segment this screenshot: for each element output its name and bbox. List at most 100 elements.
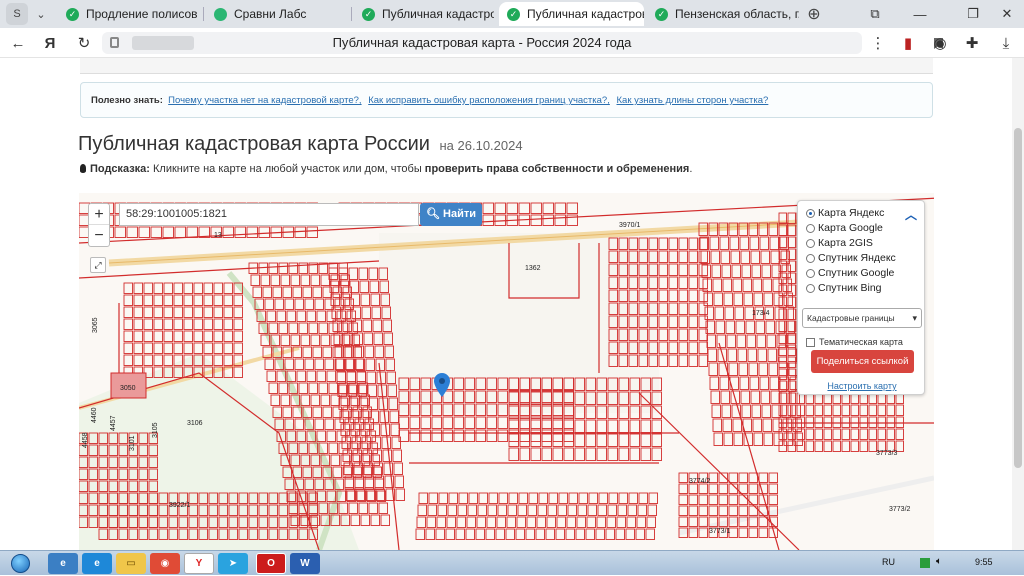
scrollbar-thumb[interactable] [1014,128,1022,468]
thematic-map-checkbox[interactable]: Тематическая карта [806,337,903,347]
zoom-out-button[interactable]: − [89,225,109,246]
hint-bold-text: проверить права собственности и обремене… [424,163,690,175]
layer-option-bing-satellite[interactable]: Спутник Bing [806,282,882,294]
scrollbar[interactable] [1012,58,1024,550]
folder-icon[interactable]: ▭ [116,553,146,574]
tab-favicon-icon: ✓ [66,7,79,21]
tab-divider [351,7,352,21]
extension-icon[interactable]: ▮ [898,33,918,53]
layer-option-yandex-map[interactable]: Карта Яндекс [806,207,884,219]
tab-label: Публичная кадастровая [527,7,644,21]
tips-link-fix-boundary[interactable]: Как исправить ошибку расположения границ… [368,95,610,106]
download-icon[interactable]: ⤓ [996,33,1016,53]
heading-text: Публичная кадастровая карта России [78,133,430,155]
minimize-button[interactable]: — [905,0,935,28]
edge-icon[interactable]: e [82,553,112,574]
tab-divider [203,7,204,21]
alice-icon[interactable]: ◉ [930,33,950,53]
layer-label: Карта Яндекс [818,207,885,219]
map-label: 4460 [91,407,98,423]
telegram-icon[interactable]: ➤ [218,553,248,574]
layer-option-google-satellite[interactable]: Спутник Google [806,267,894,279]
zoom-control: + − [88,203,110,247]
tab-favicon-icon: ✓ [507,7,520,21]
layer-label: Карта 2GIS [818,237,873,249]
boundaries-select[interactable]: Кадастровые границы [802,308,922,328]
tab-5[interactable]: ✓ Пензенская область, г. П [647,2,799,26]
tab-4-active[interactable]: ✓ Публичная кадастровая ✕ [499,2,644,26]
map-label: 4458 [82,432,89,448]
checkbox-icon[interactable] [806,337,815,347]
chevron-down-icon[interactable]: ⌄ [30,3,52,25]
start-button[interactable] [5,551,35,576]
page-title: Публичная кадастровая карта - Россия 202… [332,35,632,50]
opera-icon[interactable]: O [256,553,286,574]
tab-1[interactable]: ✓ Продление полисов Ипо [58,2,198,26]
share-link-button[interactable]: Поделиться ссылкой [811,350,914,373]
search-icon: 🔍︎ [425,208,440,220]
clock[interactable]: 9:55 [975,557,993,567]
hint-label: Подсказка: [90,163,150,175]
map-label: 3773/2 [889,506,911,513]
map-label: 3773/1 [709,528,731,535]
map-label: 3773/3 [876,450,898,457]
cadastral-map[interactable]: 3970/1 1362 3065 3050 3106 3101 3105 446… [79,193,934,550]
tab-favicon-icon [214,7,227,21]
tab-favicon-icon: ✓ [655,7,668,21]
map-label: 3101 [129,435,136,451]
tab-2[interactable]: Сравни Лабс [206,2,346,26]
word-icon[interactable]: W [290,553,320,574]
page-content: Полезно знать: Почему участка нет на кад… [0,58,1024,550]
location-marker-icon[interactable] [434,373,450,397]
layer-option-yandex-satellite[interactable]: Спутник Яндекс [806,252,896,264]
tab-label: Сравни Лабс [234,7,307,21]
close-window-button[interactable]: ✕ [992,0,1022,28]
network-icon[interactable] [920,558,930,568]
collections-icon[interactable]: ⧉ [860,0,890,28]
radio-icon[interactable] [806,253,815,263]
page-heading: Публичная кадастровая карта России на 26… [78,133,523,156]
new-tab-button[interactable]: ⊕ [803,3,825,25]
volume-icon[interactable]: 🔈︎ [936,556,942,567]
ie-icon[interactable]: e [48,553,78,574]
pin-icon [80,164,86,173]
layer-label: Карта Google [818,222,883,234]
find-button[interactable]: 🔍︎ Найти [420,203,482,226]
map-label: 3050 [120,385,136,392]
chevron-up-icon[interactable]: ︿ [905,206,917,223]
yandex-browser-icon[interactable]: S [6,3,28,25]
radio-icon[interactable] [806,238,815,248]
radio-icon[interactable] [806,268,815,278]
windows-taskbar: e e ▭ ◉ Y ➤ O W RU 🔈︎ 9:55 [0,550,1024,575]
radio-icon[interactable] [806,223,815,233]
reload-icon[interactable]: ↻ [74,33,94,53]
yandex-browser-taskbar-icon[interactable]: Y [184,553,214,574]
tab-label: Пензенская область, г. П [675,7,799,21]
chrome-icon[interactable]: ◉ [150,553,180,574]
back-arrow-icon[interactable]: ← [8,33,28,53]
tab-label: Публичная кадастровая [382,7,494,21]
yandex-logo-icon[interactable]: Я [40,33,60,53]
tips-link-side-lengths[interactable]: Как узнать длины сторон участка? [617,95,769,106]
zoom-in-button[interactable]: + [89,204,109,225]
layer-option-google-map[interactable]: Карта Google [806,222,883,234]
layer-label: Спутник Bing [818,282,882,294]
map-label: 1362 [525,265,541,272]
restore-button[interactable]: ❐ [958,0,988,28]
url-field[interactable]: Публичная кадастровая карта - Россия 202… [102,32,943,54]
extensions-puzzle-icon[interactable]: ✚ [962,33,982,53]
tips-link-missing-parcel[interactable]: Почему участка нет на кадастровой карте?… [168,95,361,106]
language-indicator[interactable]: RU [882,557,895,567]
radio-selected-icon[interactable] [806,208,815,218]
fullscreen-icon[interactable]: ⤢ [90,257,106,273]
layer-option-2gis-map[interactable]: Карта 2GIS [806,237,873,249]
map-label: 3105 [152,422,159,438]
windows-logo-icon [10,554,30,573]
configure-map-link[interactable]: Настроить карту [798,381,926,391]
radio-icon[interactable] [806,283,815,293]
tab-3[interactable]: ✓ Публичная кадастровая [354,2,494,26]
hint-text: Кликните на карте на любой участок или д… [153,163,422,175]
cadastral-search-input[interactable]: 58:29:1001005:1821 [119,203,419,226]
more-options-icon[interactable]: ⋮ [868,33,888,53]
map-label: 3106 [187,420,203,427]
